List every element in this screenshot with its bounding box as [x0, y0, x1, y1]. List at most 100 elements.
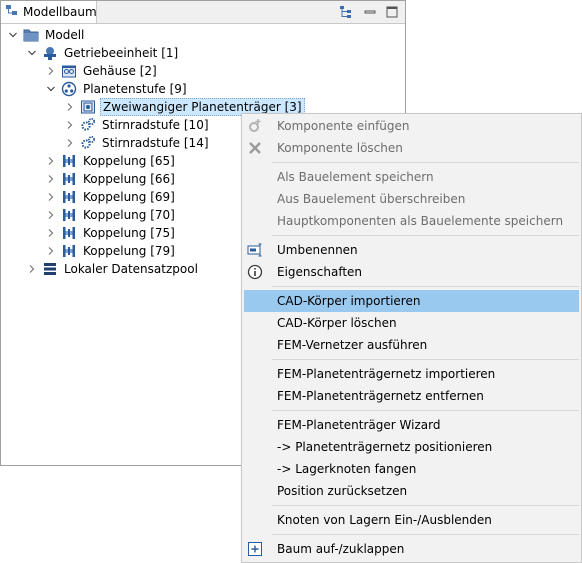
tab-modellbaum[interactable]: Modellbaum	[1, 1, 97, 23]
menu-separator	[272, 534, 579, 535]
tree-item-label: Koppelung [79]	[83, 244, 175, 258]
rename-icon	[247, 242, 263, 258]
tree-item[interactable]: Koppelung [66]	[44, 170, 177, 188]
menu-separator	[272, 505, 579, 506]
menu-item[interactable]: Umbenennen	[244, 239, 579, 261]
tab-title: Modellbaum	[23, 5, 97, 19]
menu-item-label: Als Bauelement speichern	[277, 170, 434, 184]
menu-item[interactable]: Aus Bauelement überschreiben	[244, 188, 579, 210]
menu-item[interactable]: Baum auf-/zuklappen	[244, 538, 579, 560]
menu-item[interactable]: CAD-Körper importieren	[244, 290, 579, 312]
tree-item[interactable]: Stirnradstufe [10]	[63, 116, 211, 134]
menu-item-label: Umbenennen	[277, 243, 358, 257]
tree-item-label: Koppelung [66]	[83, 172, 175, 186]
tree-item[interactable]: Stirnradstufe [14]	[63, 134, 211, 152]
coupling-icon	[61, 153, 77, 169]
planetary-stage-icon	[61, 81, 77, 97]
menu-item[interactable]: Komponente löschen	[244, 137, 579, 159]
menu-item[interactable]: Als Bauelement speichern	[244, 166, 579, 188]
minimize-icon[interactable]	[362, 4, 378, 20]
menu-item-label: FEM-Planetenträger Wizard	[277, 418, 441, 432]
insert-component-icon	[247, 118, 263, 134]
menu-item-label: Hauptkomponenten als Bauelemente speiche…	[277, 214, 564, 228]
tree-item[interactable]: Planetenstufe [9]	[44, 80, 189, 98]
coupling-icon	[61, 243, 77, 259]
expand-arrow-right-icon[interactable]	[44, 172, 58, 186]
menu-separator	[272, 410, 579, 411]
menu-item-label: Baum auf-/zuklappen	[277, 542, 405, 556]
menu-item[interactable]: Knoten von Lagern Ein-/Ausblenden	[244, 509, 579, 531]
menu-item-label: Komponente einfügen	[277, 119, 410, 133]
expand-arrow-right-icon[interactable]	[44, 208, 58, 222]
menu-item[interactable]: FEM-Planetenträgernetz importieren	[244, 363, 579, 385]
gear-stage-icon	[80, 117, 96, 133]
expand-arrow-right-icon[interactable]	[44, 154, 58, 168]
coupling-icon	[61, 207, 77, 223]
gear-unit-icon	[42, 45, 58, 61]
menu-separator	[272, 359, 579, 360]
tree-item[interactable]: Koppelung [75]	[44, 224, 177, 242]
tree-item[interactable]: Koppelung [65]	[44, 152, 177, 170]
expand-arrow-right-icon[interactable]	[63, 118, 77, 132]
tree-item-label: Koppelung [65]	[83, 154, 175, 168]
expand-arrow-right-icon[interactable]	[25, 262, 39, 276]
delete-icon	[247, 140, 263, 156]
context-menu: Komponente einfügen Komponente löschen Als…	[241, 113, 582, 563]
menu-item-label: Eigenschaften	[277, 265, 363, 279]
menu-item-label: Knoten von Lagern Ein-/Ausblenden	[277, 513, 492, 527]
tree-item[interactable]: Getriebeeinheit [1]	[25, 44, 180, 62]
menu-item[interactable]: FEM-Planetenträgernetz entfernen	[244, 385, 579, 407]
menu-separator	[272, 235, 579, 236]
expand-arrow-right-icon[interactable]	[63, 136, 77, 150]
menu-item-label: CAD-Körper importieren	[277, 294, 421, 308]
menu-item-label: Position zurücksetzen	[277, 484, 408, 498]
expand-arrow-right-icon[interactable]	[63, 100, 77, 114]
gear-stage-icon	[80, 135, 96, 151]
menu-item[interactable]: FEM-Planetenträger Wizard	[244, 414, 579, 436]
coupling-icon	[61, 171, 77, 187]
expand-arrow-right-icon[interactable]	[44, 244, 58, 258]
menu-item[interactable]: Position zurücksetzen	[244, 480, 579, 502]
tree-item[interactable]: Lokaler Datensatzpool	[25, 260, 200, 278]
expand-arrow-right-icon[interactable]	[44, 64, 58, 78]
menu-separator	[272, 162, 579, 163]
expand-arrow-down-icon[interactable]	[6, 28, 20, 42]
tree-item-label: Planetenstufe [9]	[83, 82, 187, 96]
panel-tab-bar: Modellbaum	[1, 1, 405, 24]
tree-item-label: Koppelung [75]	[83, 226, 175, 240]
tree-item-label: Koppelung [70]	[83, 208, 175, 222]
tree-item-label: Stirnradstufe [10]	[102, 118, 209, 132]
menu-item[interactable]: FEM-Vernetzer ausführen	[244, 334, 579, 356]
menu-separator	[272, 286, 579, 287]
menu-item-label: -> Planetenträgernetz positionieren	[277, 440, 493, 454]
hierarchy-icon[interactable]	[338, 4, 354, 20]
menu-item-label: FEM-Vernetzer ausführen	[277, 338, 428, 352]
tree-item-label: Modell	[45, 28, 85, 42]
expand-arrow-down-icon[interactable]	[44, 82, 58, 96]
planet-carrier-icon	[80, 99, 96, 115]
database-icon	[42, 261, 58, 277]
tree-item[interactable]: Gehäuse [2]	[44, 62, 159, 80]
menu-item[interactable]: CAD-Körper löschen	[244, 312, 579, 334]
tree-item[interactable]: Koppelung [70]	[44, 206, 177, 224]
coupling-icon	[61, 189, 77, 205]
tree-item-label: Lokaler Datensatzpool	[64, 262, 198, 276]
menu-item[interactable]: -> Planetenträgernetz positionieren	[244, 436, 579, 458]
tree-item-label: Stirnradstufe [14]	[102, 136, 209, 150]
expand-arrow-right-icon[interactable]	[44, 190, 58, 204]
tree-item[interactable]: Modell	[6, 26, 86, 44]
tree-item[interactable]: Koppelung [79]	[44, 242, 177, 260]
maximize-icon[interactable]	[384, 4, 400, 20]
tree-view-icon	[5, 4, 19, 21]
menu-item[interactable]: Komponente einfügen	[244, 115, 579, 137]
menu-item[interactable]: -> Lagerknoten fangen	[244, 458, 579, 480]
menu-item[interactable]: Eigenschaften	[244, 261, 579, 283]
menu-item-label: FEM-Planetenträgernetz entfernen	[277, 389, 484, 403]
tree-item[interactable]: Koppelung [69]	[44, 188, 177, 206]
expand-arrow-down-icon[interactable]	[25, 46, 39, 60]
coupling-icon	[61, 225, 77, 241]
menu-item[interactable]: Hauptkomponenten als Bauelemente speiche…	[244, 210, 579, 232]
tree-item-label: Gehäuse [2]	[83, 64, 157, 78]
tree-item-label: Getriebeeinheit [1]	[64, 46, 179, 60]
expand-arrow-right-icon[interactable]	[44, 226, 58, 240]
